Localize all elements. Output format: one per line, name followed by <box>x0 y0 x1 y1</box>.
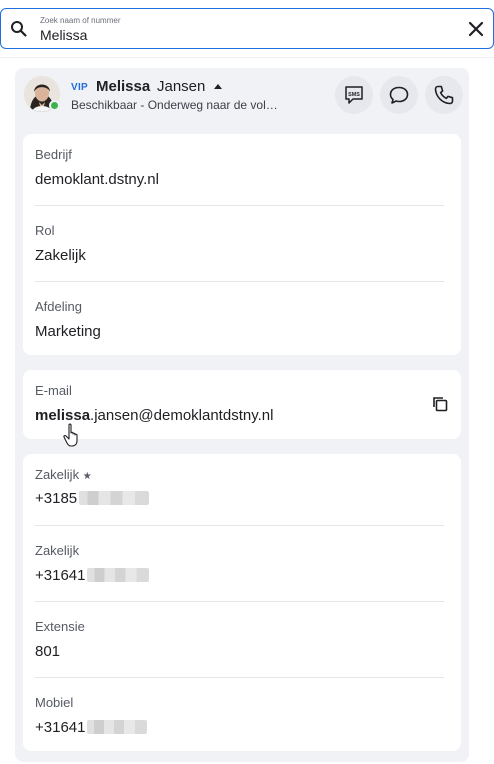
contact-first-name: Melissa <box>96 78 151 95</box>
presence-indicator <box>49 100 60 111</box>
organization-card: Bedrijf demoklant.dstny.nl Rol Zakelijk … <box>23 134 461 355</box>
email-rest: .jansen@demoklantdstny.nl <box>90 407 274 424</box>
mobile-value[interactable]: +31641 <box>35 719 85 736</box>
redacted-digits <box>87 568 149 582</box>
email-value[interactable]: melissa.jansen@demoklantdstny.nl <box>35 407 273 424</box>
extension-value[interactable]: 801 <box>35 643 60 660</box>
role-label: Rol <box>35 223 55 238</box>
search-input[interactable]: Melissa <box>40 27 87 43</box>
company-value[interactable]: demoklant.dstny.nl <box>35 171 159 188</box>
chat-bubble-icon <box>389 86 409 104</box>
email-label: E-mail <box>35 383 72 398</box>
call-button[interactable] <box>425 76 463 114</box>
sms-label: SMS <box>348 92 360 98</box>
contact-last-name: Jansen <box>157 78 206 95</box>
divider <box>35 281 444 282</box>
business-phone-label-text: Zakelijk <box>35 467 80 482</box>
email-card: E-mail melissa.jansen@demoklantdstny.nl <box>23 370 461 447</box>
copy-icon[interactable] <box>431 395 449 413</box>
vip-badge: VIP <box>71 82 89 93</box>
divider <box>35 677 444 678</box>
department-value[interactable]: Marketing <box>35 323 101 340</box>
contact-header[interactable]: VIP Melissa Jansen Beschikbaar - Onderwe… <box>24 76 464 116</box>
department-label: Afdeling <box>35 299 82 314</box>
divider <box>35 525 444 526</box>
caret-up-icon[interactable] <box>214 84 222 89</box>
redacted-digits <box>87 720 147 734</box>
divider <box>0 57 494 58</box>
phone-numbers-card: Zakelijk ★ +3185 Zakelijk +31641 Extensi… <box>23 454 461 751</box>
star-icon: ★ <box>82 471 92 482</box>
search-input-label: Zoek naam of nummer <box>40 16 121 25</box>
business-phone-value[interactable]: +3185 <box>35 490 77 507</box>
business-phone-2-value[interactable]: +31641 <box>35 567 85 584</box>
divider <box>35 601 444 602</box>
business-phone-label: Zakelijk ★ <box>35 467 92 482</box>
business-phone-2-label: Zakelijk <box>35 543 80 558</box>
hand-cursor-icon <box>63 423 78 447</box>
role-value[interactable]: Zakelijk <box>35 247 86 264</box>
status-message: Beschikbaar - Onderweg naar de vol… <box>71 98 278 112</box>
redacted-digits <box>79 491 149 505</box>
search-bar[interactable]: Zoek naam of nummer Melissa <box>0 8 494 49</box>
chat-button[interactable] <box>380 76 418 114</box>
divider <box>35 205 444 206</box>
extension-label: Extensie <box>35 619 85 634</box>
mobile-label: Mobiel <box>35 695 74 710</box>
email-highlight: melissa <box>35 407 91 424</box>
avatar[interactable] <box>24 76 60 112</box>
close-icon[interactable] <box>467 20 485 38</box>
sms-icon: SMS <box>345 86 363 104</box>
sms-button[interactable]: SMS <box>335 76 373 114</box>
company-label: Bedrijf <box>35 147 72 162</box>
search-icon <box>11 21 27 37</box>
phone-icon <box>434 85 454 105</box>
